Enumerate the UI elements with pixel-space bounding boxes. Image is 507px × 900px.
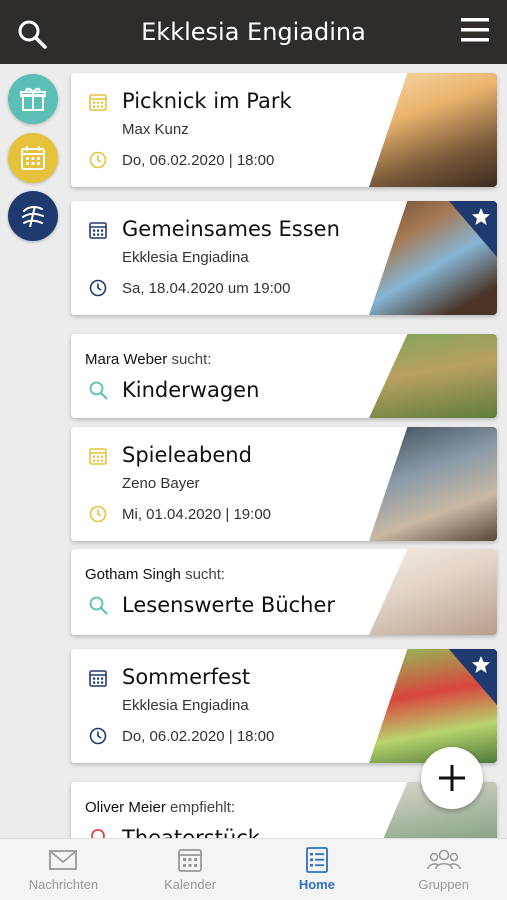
event-image	[369, 427, 497, 541]
envelope-icon	[49, 850, 78, 870]
star-icon	[472, 656, 490, 673]
event-organizer: Ekklesia Engiadina	[122, 249, 249, 266]
tab-label: Kalender	[164, 877, 217, 892]
clock-icon	[89, 505, 107, 523]
search-title: Lesenswerte Bücher	[122, 593, 336, 617]
church-logo-icon	[22, 205, 44, 228]
bottom-navigation: Nachrichten Kalender Home Gruppen	[0, 838, 507, 900]
event-title: Gemeinsames Essen	[122, 217, 340, 241]
calendar-filter-button[interactable]	[8, 133, 58, 183]
event-date: Do, 06.02.2020 | 18:00	[122, 152, 275, 169]
calendar-icon	[89, 670, 107, 687]
event-card-sommerfest[interactable]: Sommerfest Ekklesia Engiadina Do, 06.02.…	[71, 649, 497, 763]
plus-icon	[439, 765, 465, 791]
church-filter-button[interactable]	[8, 191, 58, 241]
event-date: Sa, 18.04.2020 um 19:00	[122, 280, 291, 297]
search-icon	[89, 596, 108, 615]
search-image	[369, 549, 497, 635]
search-image	[369, 334, 497, 418]
tab-gruppen[interactable]: Gruppen	[380, 839, 507, 900]
event-image	[369, 73, 497, 187]
add-button[interactable]	[421, 747, 483, 809]
event-title: Spieleabend	[122, 443, 252, 467]
event-organizer: Max Kunz	[122, 121, 189, 138]
event-card-picknick[interactable]: Picknick im Park Max Kunz Do, 06.02.2020…	[71, 73, 497, 187]
clock-icon	[89, 279, 107, 297]
search-icon	[89, 381, 108, 400]
tab-kalender[interactable]: Kalender	[127, 839, 254, 900]
tab-home[interactable]: Home	[254, 839, 381, 900]
search-author: Gotham Singh sucht:	[85, 566, 226, 583]
event-date: Mi, 01.04.2020 | 19:00	[122, 506, 272, 523]
search-title: Kinderwagen	[122, 378, 260, 402]
top-bar: Ekklesia Engiadina	[0, 0, 507, 64]
clock-icon	[89, 151, 107, 169]
search-author: Mara Weber sucht:	[85, 351, 212, 368]
calendar-icon	[89, 448, 107, 465]
search-card-buecher[interactable]: Gotham Singh sucht: Lesenswerte Bücher	[71, 549, 497, 635]
list-icon	[305, 847, 328, 873]
clock-icon	[89, 727, 107, 745]
event-organizer: Zeno Bayer	[122, 475, 200, 492]
event-card-spieleabend[interactable]: Spieleabend Zeno Bayer Mi, 01.04.2020 | …	[71, 427, 497, 541]
calendar-icon	[178, 849, 203, 872]
app-title: Ekklesia Engiadina	[141, 18, 366, 46]
event-date: Do, 06.02.2020 | 18:00	[122, 728, 275, 745]
search-card-kinderwagen[interactable]: Mara Weber sucht: Kinderwagen	[71, 334, 497, 418]
tab-label: Home	[298, 877, 335, 892]
calendar-icon	[89, 222, 107, 239]
event-title: Sommerfest	[122, 665, 251, 689]
event-organizer: Ekklesia Engiadina	[122, 697, 249, 714]
calendar-icon	[89, 94, 107, 111]
tab-label: Nachrichten	[28, 877, 99, 892]
event-card-essen[interactable]: Gemeinsames Essen Ekklesia Engiadina Sa,…	[71, 201, 497, 315]
gift-icon	[20, 87, 46, 111]
recommend-author: Oliver Meier empfiehlt:	[85, 799, 236, 816]
star-icon	[472, 208, 490, 225]
group-icon	[426, 849, 461, 870]
event-title: Picknick im Park	[122, 89, 292, 113]
calendar-icon	[21, 146, 45, 170]
tab-label: Gruppen	[418, 877, 469, 892]
tab-nachrichten[interactable]: Nachrichten	[0, 839, 127, 900]
menu-icon[interactable]	[459, 16, 491, 44]
gift-filter-button[interactable]	[8, 74, 58, 124]
